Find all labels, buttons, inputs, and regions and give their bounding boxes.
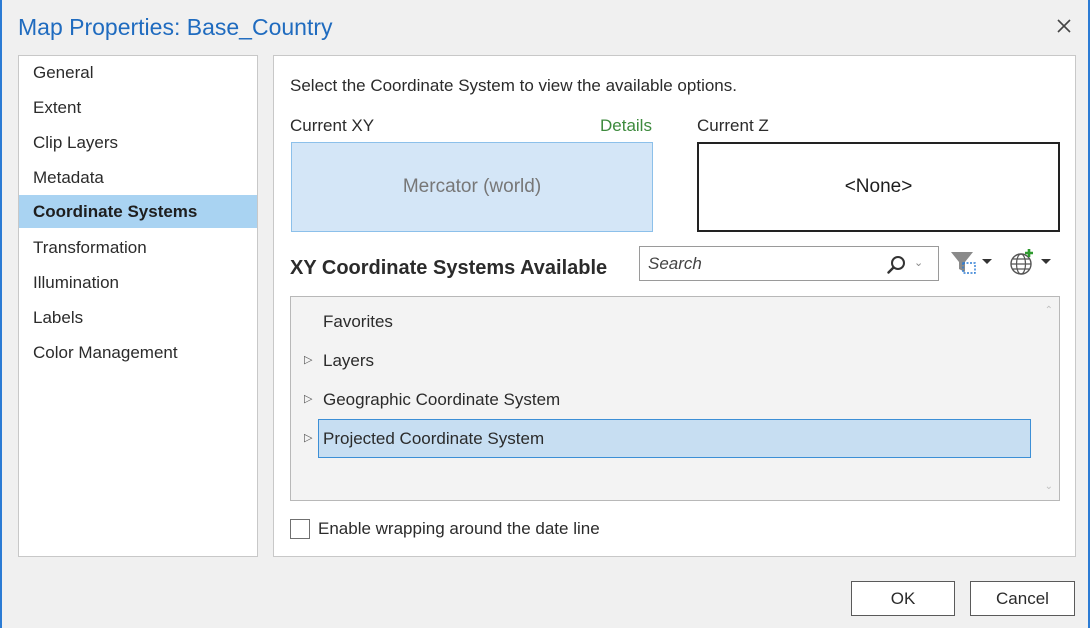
wrap-option: Enable wrapping around the date line xyxy=(290,517,600,541)
sidebar-item-color-management[interactable]: Color Management xyxy=(19,336,257,369)
dialog-title: Map Properties: Base_Country xyxy=(18,14,333,40)
cancel-button[interactable]: Cancel xyxy=(970,581,1075,616)
current-z-label: Current Z xyxy=(697,116,769,135)
tree-item-layers[interactable]: ▷ Layers xyxy=(291,341,1031,380)
search-icon[interactable] xyxy=(886,254,908,276)
instruction-text: Select the Coordinate System to view the… xyxy=(290,76,737,95)
coordinate-system-tree: Favorites ▷ Layers ▷ Geographic Coordina… xyxy=(290,296,1060,501)
section-title: XY Coordinate Systems Available xyxy=(290,257,608,279)
wrap-dateline-checkbox[interactable] xyxy=(290,519,310,539)
current-xy-box[interactable]: Mercator (world) xyxy=(291,142,653,232)
sidebar: General Extent Clip Layers Metadata Coor… xyxy=(18,55,258,557)
tree-item-favorites[interactable]: Favorites xyxy=(291,302,1031,341)
tree-item-label: Favorites xyxy=(323,312,393,331)
expand-arrow-icon[interactable]: ▷ xyxy=(304,419,312,458)
current-z-box[interactable]: <None> xyxy=(697,142,1060,232)
current-z-value: <None> xyxy=(844,176,913,197)
globe-add-icon xyxy=(1010,249,1051,275)
wrap-dateline-label: Enable wrapping around the date line xyxy=(318,519,600,538)
tree-item-label: Layers xyxy=(323,351,375,370)
map-properties-dialog: Map Properties: Base_Country General Ext… xyxy=(0,0,1090,628)
expand-arrow-icon[interactable]: ▷ xyxy=(304,341,312,380)
filter-button[interactable] xyxy=(948,247,998,277)
coordinate-systems-panel: Select the Coordinate System to view the… xyxy=(273,55,1076,557)
ok-button[interactable]: OK xyxy=(851,581,955,616)
sidebar-item-transformation[interactable]: Transformation xyxy=(19,231,257,264)
sidebar-item-general[interactable]: General xyxy=(19,56,257,89)
expand-arrow-icon[interactable]: ▷ xyxy=(304,380,312,419)
sidebar-item-metadata[interactable]: Metadata xyxy=(19,161,257,194)
sidebar-item-extent[interactable]: Extent xyxy=(19,91,257,124)
details-link[interactable]: Details xyxy=(600,116,652,136)
scroll-up-icon[interactable]: ⌃ xyxy=(1045,305,1053,316)
tree-item-geographic[interactable]: ▷ Geographic Coordinate System xyxy=(291,380,1031,419)
sidebar-item-labels[interactable]: Labels xyxy=(19,301,257,334)
tree-item-label: Projected Coordinate System xyxy=(323,429,545,448)
tree-item-projected[interactable]: Projected Coordinate System xyxy=(318,419,1031,458)
sidebar-item-coordinate-systems[interactable]: Coordinate Systems xyxy=(19,195,257,228)
sidebar-item-clip-layers[interactable]: Clip Layers xyxy=(19,126,257,159)
add-coordinate-system-button[interactable] xyxy=(1007,247,1059,277)
current-xy-value: Mercator (world) xyxy=(402,176,542,197)
close-icon xyxy=(1057,19,1071,33)
filter-icon xyxy=(951,252,992,274)
title-bar: Map Properties: Base_Country xyxy=(2,0,1088,52)
tree-item-label: Geographic Coordinate System xyxy=(323,390,561,409)
scroll-down-icon[interactable]: ⌄ xyxy=(1045,481,1053,492)
current-xy-label: Current XY xyxy=(290,116,375,135)
sidebar-item-illumination[interactable]: Illumination xyxy=(19,266,257,299)
search-box: ⌄ xyxy=(639,246,939,281)
close-button[interactable] xyxy=(1050,12,1078,40)
search-input[interactable] xyxy=(640,247,880,280)
search-options-chevron-icon[interactable]: ⌄ xyxy=(914,256,923,269)
